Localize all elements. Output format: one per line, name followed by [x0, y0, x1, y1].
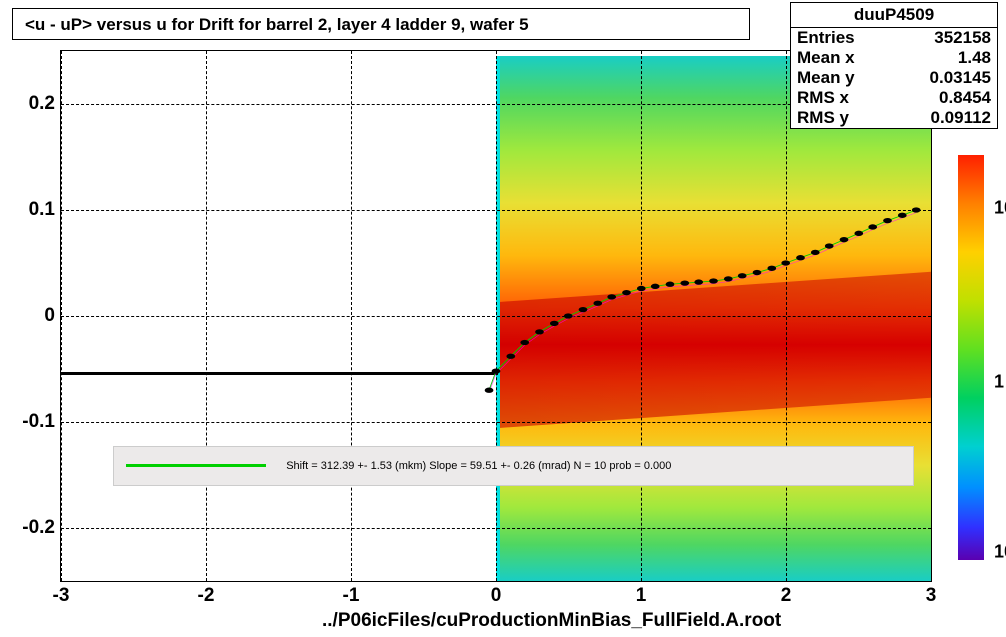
stats-label: Entries	[797, 28, 855, 48]
gridline-v	[786, 51, 787, 581]
fit-legend-text: Shift = 312.39 +- 1.53 (mkm) Slope = 59.…	[286, 460, 671, 472]
stats-row-meany: Mean y 0.03145	[791, 68, 997, 88]
y-tick: -0.2	[22, 517, 55, 539]
stats-label: Mean x	[797, 48, 855, 68]
stats-value: 352158	[934, 28, 991, 48]
plot-area: 0.2 0.1 0 -0.1 -0.2 -3 -2 -1 0 1 2 3	[60, 50, 932, 582]
x-tick: -1	[343, 585, 360, 607]
heatmap-density	[496, 56, 931, 581]
stats-row-entries: Entries 352158	[791, 28, 997, 48]
x-tick: 2	[781, 585, 792, 607]
profile-baseline	[61, 372, 498, 375]
legend-line-icon	[126, 464, 266, 467]
gridline-v	[206, 51, 207, 581]
y-tick: 0.1	[29, 199, 55, 221]
gridline-v	[641, 51, 642, 581]
fit-legend-box: Shift = 312.39 +- 1.53 (mkm) Slope = 59.…	[113, 446, 913, 486]
stats-value: 0.8454	[939, 88, 991, 108]
x-tick: 0	[491, 585, 502, 607]
x-tick: 1	[636, 585, 647, 607]
y-tick: -0.1	[22, 411, 55, 433]
stats-row-meanx: Mean x 1.48	[791, 48, 997, 68]
colorbar-tick: 10	[994, 197, 1006, 218]
y-tick: 0	[44, 305, 55, 327]
footer-file-path: ../P06icFiles/cuProductionMinBias_FullFi…	[322, 610, 781, 632]
colorbar-tick: 10	[994, 541, 1006, 562]
stats-box: duuP4509 Entries 352158 Mean x 1.48 Mean…	[790, 2, 998, 129]
stats-value: 1.48	[958, 48, 991, 68]
gridline-v	[351, 51, 352, 581]
stats-value: 0.03145	[930, 68, 991, 88]
chart-title-box: <u - uP> versus u for Drift for barrel 2…	[12, 8, 750, 40]
x-tick: 3	[926, 585, 937, 607]
colorbar: 10 1 10	[958, 155, 984, 560]
stats-value: 0.09112	[930, 108, 991, 128]
x-tick: -2	[198, 585, 215, 607]
stats-label: Mean y	[797, 68, 855, 88]
x-tick: -3	[53, 585, 70, 607]
gridline-v	[61, 51, 62, 581]
stats-name: duuP4509	[791, 3, 997, 28]
y-tick: 0.2	[29, 93, 55, 115]
stats-row-rmsx: RMS x 0.8454	[791, 88, 997, 108]
gridline-v	[496, 51, 497, 581]
heatmap-core	[496, 272, 931, 428]
stats-label: RMS x	[797, 88, 849, 108]
colorbar-tick: 1	[994, 371, 1004, 392]
stats-label: RMS y	[797, 108, 849, 128]
stats-row-rmsy: RMS y 0.09112	[791, 108, 997, 128]
chart-title: <u - uP> versus u for Drift for barrel 2…	[25, 15, 529, 34]
gridline-v	[931, 51, 932, 581]
